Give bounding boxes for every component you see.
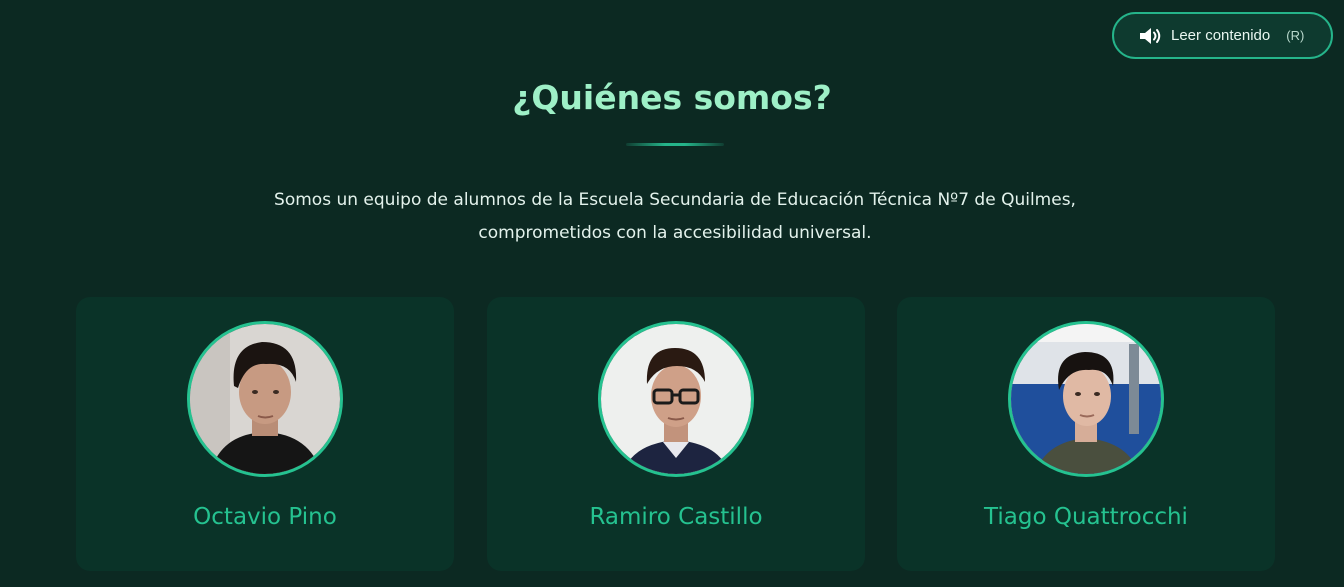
page: Leer contenido (R) ¿Quiénes somos? Somos…: [0, 0, 1344, 587]
team-member-card: Ramiro Castillo: [487, 297, 865, 571]
team-member-name: Octavio Pino: [193, 504, 337, 530]
read-content-shortcut: (R): [1286, 28, 1305, 43]
speaker-icon: [1138, 26, 1164, 46]
team-member-name: Ramiro Castillo: [589, 504, 763, 530]
section-intro: Somos un equipo de alumnos de la Escuela…: [274, 190, 1076, 243]
read-content-button[interactable]: Leer contenido (R): [1112, 12, 1333, 59]
read-content-label: Leer contenido: [1171, 27, 1271, 44]
title-divider: [626, 143, 724, 146]
team-member-card: Octavio Pino: [76, 297, 454, 571]
team-member-name: Tiago Quattrocchi: [984, 504, 1188, 530]
team-member-photo: [1008, 321, 1164, 477]
section-title: ¿Quiénes somos?: [512, 78, 832, 117]
team-member-photo: [598, 321, 754, 477]
team-member-card: Tiago Quattrocchi: [897, 297, 1275, 571]
team-member-photo: [187, 321, 343, 477]
